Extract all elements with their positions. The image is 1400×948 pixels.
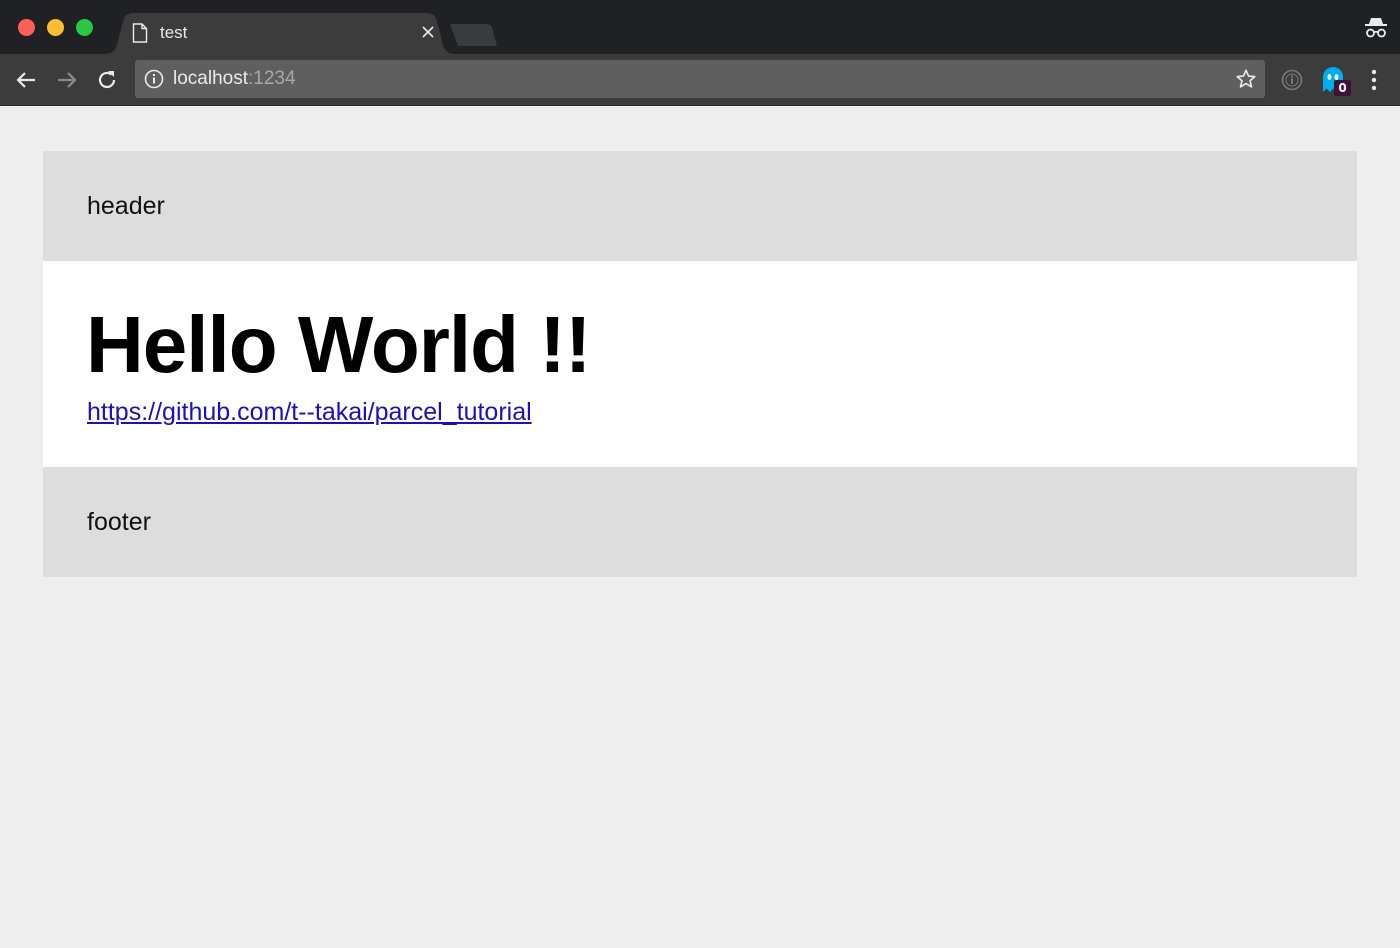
back-button[interactable] bbox=[14, 68, 38, 92]
browser-toolbar: localhost:1234 0 bbox=[0, 54, 1400, 106]
close-icon[interactable] bbox=[420, 24, 436, 40]
vertical-dots-icon[interactable] bbox=[1364, 68, 1384, 92]
ghostery-extension-button[interactable]: 0 bbox=[1320, 66, 1352, 98]
site-footer: footer bbox=[43, 467, 1357, 577]
window-close-button[interactable] bbox=[18, 19, 35, 36]
tab-background bbox=[104, 13, 456, 54]
window-minimize-button[interactable] bbox=[47, 19, 64, 36]
reload-button[interactable] bbox=[95, 68, 119, 92]
site-main: Hello World !! https://github.com/t--tak… bbox=[43, 261, 1357, 467]
star-icon[interactable] bbox=[1235, 68, 1257, 90]
info-icon[interactable] bbox=[144, 69, 164, 89]
footer-text: footer bbox=[87, 508, 151, 536]
forward-button[interactable] bbox=[55, 68, 79, 92]
url-port: :1234 bbox=[248, 68, 296, 89]
header-text: header bbox=[87, 192, 165, 220]
new-tab-button[interactable] bbox=[448, 24, 500, 46]
url-host: localhost bbox=[173, 68, 248, 89]
page-heading: Hello World !! bbox=[86, 300, 591, 389]
browser-titlebar: test bbox=[0, 0, 1400, 54]
address-url[interactable]: localhost:1234 bbox=[173, 68, 296, 90]
info-circle-icon[interactable] bbox=[1281, 69, 1303, 91]
extension-badge: 0 bbox=[1334, 80, 1351, 96]
github-link[interactable]: https://github.com/t--takai/parcel_tutor… bbox=[87, 398, 532, 427]
tab-test[interactable]: test bbox=[104, 13, 456, 54]
page-viewport: header Hello World !! https://github.com… bbox=[0, 107, 1400, 948]
incognito-icon[interactable] bbox=[1364, 16, 1388, 40]
window-maximize-button[interactable] bbox=[76, 19, 93, 36]
site-header: header bbox=[43, 151, 1357, 261]
tab-title: test bbox=[160, 23, 188, 42]
file-icon bbox=[132, 23, 148, 43]
address-bar[interactable]: localhost:1234 bbox=[135, 60, 1265, 98]
page-container: header Hello World !! https://github.com… bbox=[43, 151, 1357, 577]
